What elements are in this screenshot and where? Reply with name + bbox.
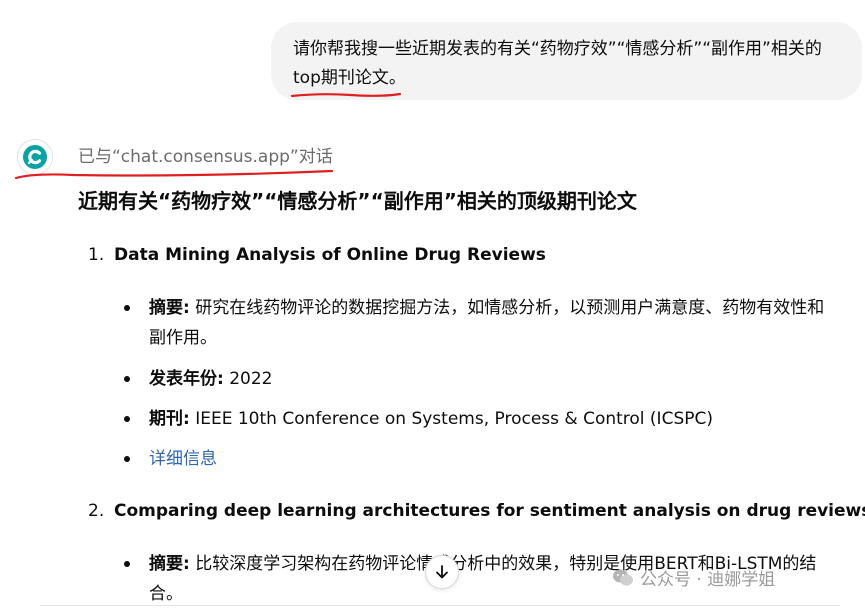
- red-underline-annotation: [291, 92, 401, 98]
- bullet-dot: [124, 456, 130, 462]
- consensus-logo-icon: [23, 145, 47, 169]
- year-value: 2022: [223, 369, 273, 389]
- underlined-phrase: top期刊论文: [291, 64, 401, 98]
- user-message-bubble: 请你帮我搜一些近期发表的有关“药物疗效”“情感分析”“副作用”相关的 top期刊…: [271, 22, 862, 100]
- journal-label: 期刊:: [149, 409, 190, 429]
- watermark-text: 公众号 · 迪娜学姐: [640, 570, 776, 590]
- bullet-dot: [124, 376, 130, 382]
- abstract-label: 摘要:: [149, 554, 190, 574]
- abstract-text-line1: 研究在线药物评论的数据挖掘方法，如情感分析，以预测用户满意度、药物有效性和: [189, 298, 825, 318]
- bullet-dot: [124, 416, 130, 422]
- user-message-line1: 请你帮我搜一些近期发表的有关“药物疗效”“情感分析”“副作用”相关的: [293, 39, 822, 59]
- paper-number: 2.: [88, 501, 105, 521]
- paper-title-text: Comparing deep learning architectures fo…: [114, 501, 865, 521]
- wechat-icon: [613, 569, 633, 585]
- journal-value: IEEE 10th Conference on Systems, Process…: [189, 409, 713, 429]
- answer-heading: 近期有关“药物疗效”“情感分析”“副作用”相关的顶级期刊论文: [78, 189, 637, 213]
- watermark: 公众号 · 迪娜学姐: [612, 565, 775, 590]
- abstract-text-line2: 副作用。: [149, 328, 217, 348]
- paper-number: 1.: [88, 245, 105, 265]
- details-link[interactable]: 详细信息: [149, 444, 217, 474]
- arrow-down-icon: [436, 565, 448, 579]
- paper-1-abstract: 摘要: 研究在线药物评论的数据挖掘方法，如情感分析，以预测用户满意度、药物有效性…: [124, 293, 854, 355]
- paper-title-1: 1. Data Mining Analysis of Online Drug Re…: [88, 242, 546, 268]
- paper-title-2: 2. Comparing deep learning architectures …: [88, 498, 865, 524]
- divider: [40, 605, 840, 606]
- bullet-dot: [124, 561, 130, 567]
- user-message-line2: top期刊论文 。: [291, 64, 840, 98]
- red-underline-annotation-status: [14, 169, 334, 180]
- underlined-phrase-text: top期刊论文: [293, 68, 389, 88]
- tool-status-text[interactable]: 已与“chat.consensus.app”对话: [78, 144, 333, 170]
- paper-title-text: Data Mining Analysis of Online Drug Revi…: [114, 245, 546, 265]
- year-label: 发表年份:: [149, 369, 224, 389]
- bullet-dot: [124, 305, 130, 311]
- scroll-down-button[interactable]: [425, 555, 459, 589]
- user-message-period: 。: [388, 68, 406, 88]
- abstract-label: 摘要:: [149, 298, 190, 318]
